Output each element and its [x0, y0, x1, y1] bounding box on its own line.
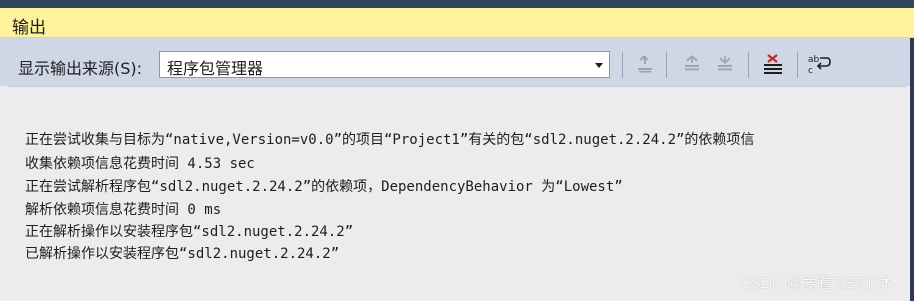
output-source-value: 程序包管理器 — [167, 59, 264, 78]
output-line: 正在解析操作以安装程序包“sdl2.nuget.2.24.2” — [25, 224, 354, 240]
next-message-button[interactable] — [713, 52, 737, 76]
find-message-in-code-button[interactable] — [633, 52, 657, 76]
window-frame-top — [0, 0, 914, 8]
toggle-word-wrap-button[interactable]: ab c — [807, 52, 831, 76]
output-toolbar: 显示输出来源(S): 程序包管理器 ab c — [0, 38, 914, 86]
output-line: 正在尝试收集与目标为“native,Version=v0.0”的项目“Proje… — [25, 132, 755, 148]
svg-text:ab: ab — [808, 55, 820, 65]
watermark: CSDN @爱看书的小沐 — [740, 275, 892, 292]
toggle-word-wrap-icon: ab c — [808, 55, 831, 75]
chevron-down-icon[interactable] — [595, 63, 603, 68]
toolbar-separator — [748, 52, 749, 78]
output-source-dropdown[interactable]: 程序包管理器 — [159, 51, 610, 78]
clear-all-button[interactable] — [761, 52, 785, 76]
toolbar-separator — [666, 52, 667, 78]
output-panel-title-bar[interactable]: 输出 — [0, 8, 914, 38]
window-frame-right — [910, 38, 914, 301]
output-line: 收集依赖项信息花费时间 4.53 sec — [25, 156, 255, 172]
previous-message-button[interactable] — [680, 52, 704, 76]
toolbar-separator — [797, 52, 798, 78]
toolbar-separator — [622, 52, 623, 78]
panel-title: 输出 — [12, 18, 46, 38]
find-message-in-code-icon — [638, 55, 652, 73]
output-line: 解析依赖项信息花费时间 0 ms — [25, 202, 222, 218]
output-text-area[interactable]: 正在尝试收集与目标为“native,Version=v0.0”的项目“Proje… — [8, 86, 906, 301]
go-to-next-message-icon — [718, 56, 732, 71]
output-line: 已解析操作以安装程序包“sdl2.nuget.2.24.2” — [25, 246, 340, 262]
go-to-previous-message-icon — [685, 55, 699, 71]
clear-all-icon — [764, 54, 782, 74]
show-output-from-label: 显示输出来源(S): — [18, 59, 143, 78]
output-line: 正在尝试解析程序包“sdl2.nuget.2.24.2”的依赖项，Depende… — [25, 179, 623, 195]
svg-text:c: c — [808, 66, 813, 75]
